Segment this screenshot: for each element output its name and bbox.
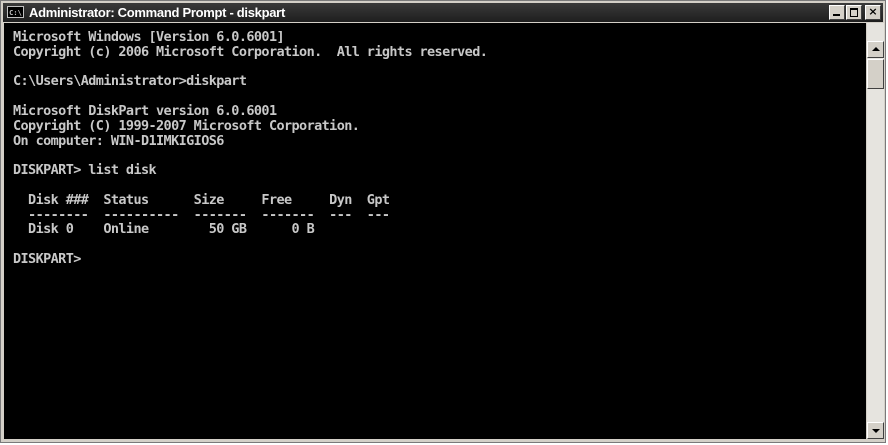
- console-line: On computer: WIN-D1IMKIGIOS6: [13, 132, 224, 149]
- console-line: C:\Users\Administrator>diskpart: [13, 73, 247, 90]
- minimize-button[interactable]: [829, 5, 845, 20]
- window-title: Administrator: Command Prompt - diskpart: [29, 5, 285, 20]
- window-controls: ×: [829, 5, 881, 20]
- console-line: Copyright (c) 2006 Microsoft Corporation…: [13, 43, 488, 60]
- command-prompt-window: C:\ Administrator: Command Prompt - disk…: [0, 0, 886, 443]
- disk-table-separator: -------- ---------- ------- ------- --- …: [13, 206, 390, 223]
- scroll-up-arrow-icon[interactable]: [867, 41, 884, 58]
- close-button[interactable]: ×: [865, 5, 881, 20]
- maximize-button[interactable]: [846, 5, 862, 20]
- disk-table-row: Disk 0 Online 50 GB 0 B: [13, 221, 315, 238]
- disk-table-header: Disk ### Status Size Free Dyn Gpt: [13, 191, 390, 208]
- console-output[interactable]: Microsoft Windows [Version 6.0.6001] Cop…: [4, 23, 866, 439]
- console-line: DISKPART> list disk: [13, 162, 157, 179]
- scroll-down-arrow-icon[interactable]: [867, 422, 884, 439]
- title-bar[interactable]: C:\ Administrator: Command Prompt - disk…: [3, 3, 883, 22]
- console-line: Microsoft Windows [Version 6.0.6001]: [13, 29, 285, 45]
- console-line: Copyright (C) 1999-2007 Microsoft Corpor…: [13, 117, 360, 134]
- diskpart-prompt[interactable]: DISKPART>: [13, 252, 866, 267]
- vertical-scrollbar[interactable]: [867, 23, 884, 439]
- console-icon[interactable]: C:\: [7, 6, 24, 18]
- console-line: Microsoft DiskPart version 6.0.6001: [13, 102, 277, 119]
- scroll-thumb[interactable]: [867, 59, 884, 89]
